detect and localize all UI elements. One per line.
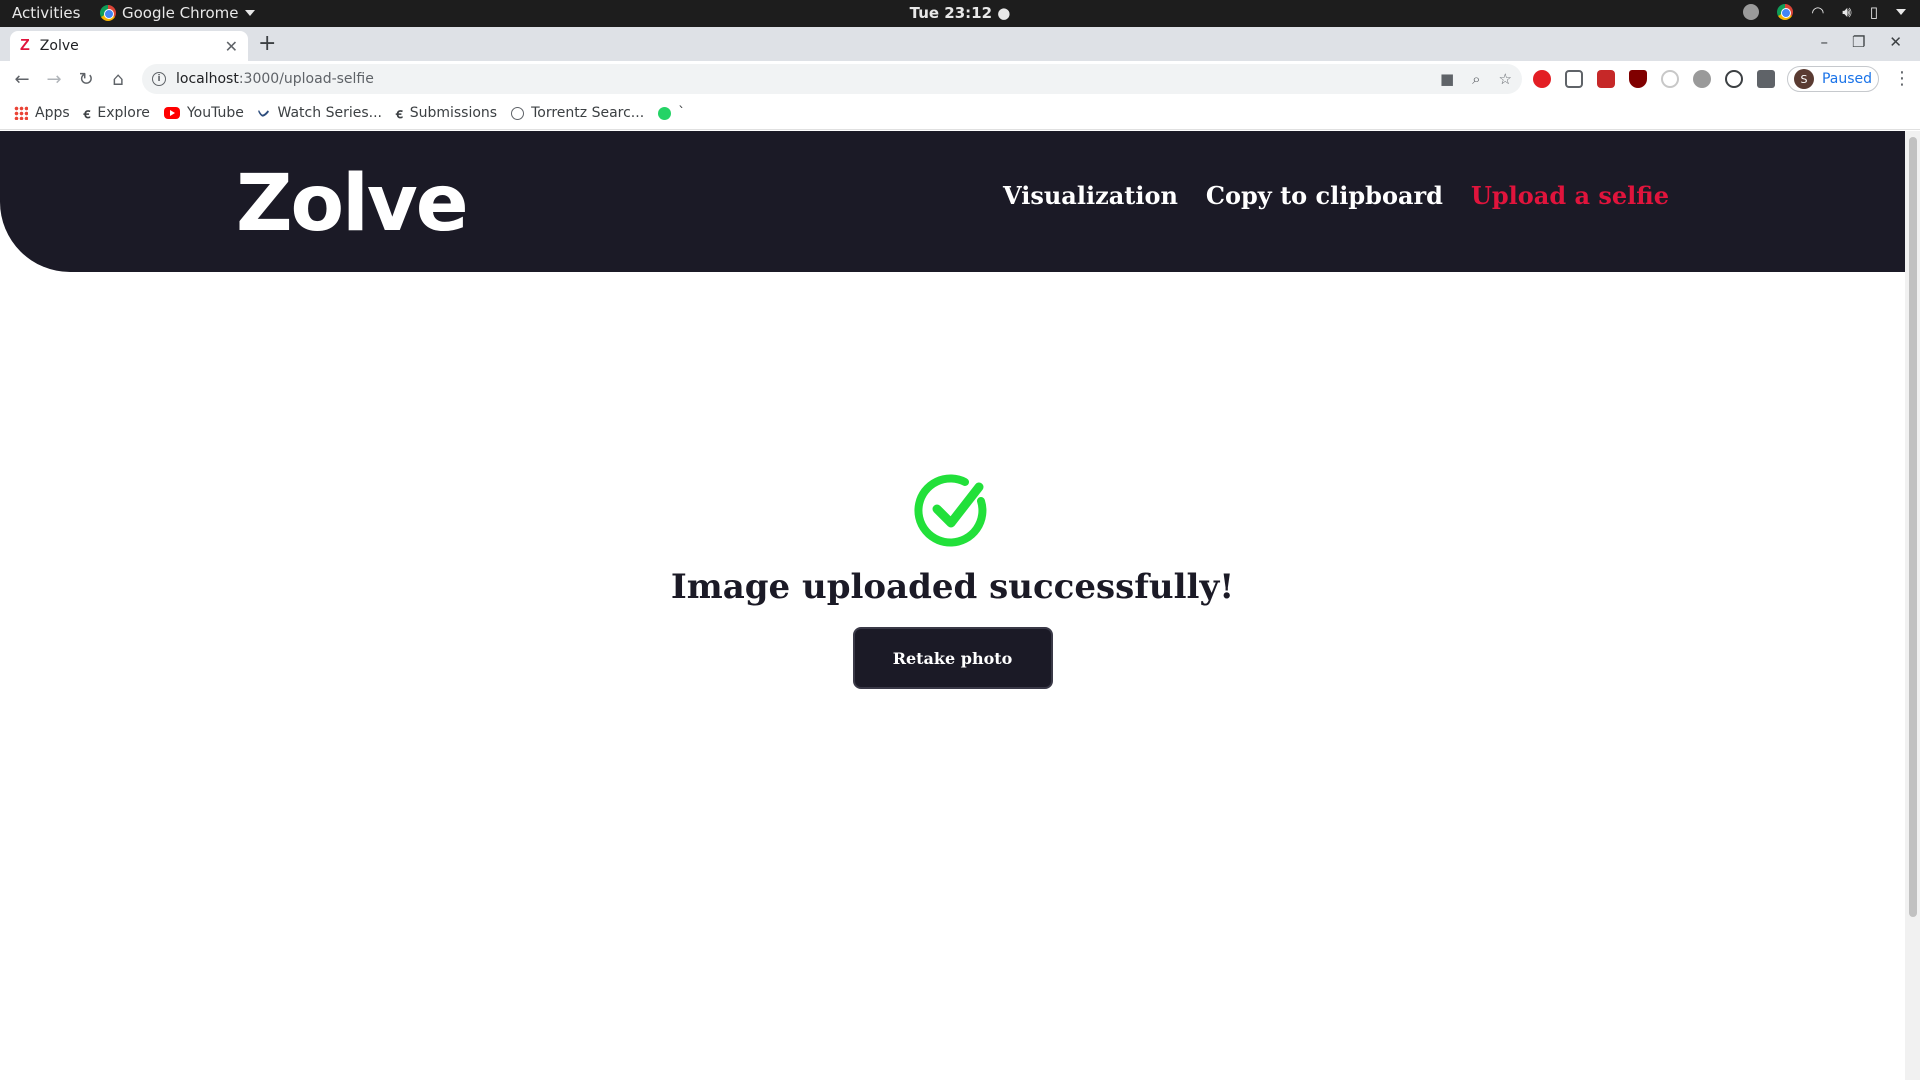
- address-bar[interactable]: i localhost:3000/upload-selfie ■ ⌕ ☆: [142, 64, 1522, 94]
- extensions-bar: [1533, 70, 1775, 88]
- pocket-extension-icon[interactable]: [1565, 70, 1583, 88]
- site-header: Zolve Visualization Copy to clipboard Up…: [0, 131, 1905, 272]
- tray-chevron-icon: [1896, 9, 1906, 15]
- notification-icon: [1743, 4, 1760, 20]
- globe-icon: [511, 106, 525, 120]
- bookmark-star-icon[interactable]: ☆: [1499, 70, 1512, 88]
- close-window-icon[interactable]: ✕: [1889, 33, 1902, 51]
- forward-icon[interactable]: →: [38, 69, 70, 90]
- bookmark-apps[interactable]: Apps: [14, 105, 70, 121]
- nav-upload-selfie[interactable]: Upload a selfie: [1471, 181, 1669, 210]
- profile-status: Paused: [1821, 71, 1872, 87]
- zolve-favicon-icon: Z: [20, 37, 30, 54]
- omnibox-icons: ■ ⌕ ☆: [1440, 70, 1512, 88]
- bookmark-label: Watch Series...: [277, 105, 382, 121]
- volume-icon: 🔊︎: [1842, 3, 1852, 21]
- ublock-extension-icon[interactable]: [1629, 70, 1647, 88]
- bookmark-label: Torrentz Searc...: [531, 105, 645, 121]
- url-path: :3000/upload-selfie: [238, 71, 374, 87]
- page-content: Zolve Visualization Copy to clipboard Up…: [0, 131, 1905, 1080]
- clock[interactable]: Tue 23:12 ●: [0, 4, 1920, 22]
- scrollbar-thumb[interactable]: [1909, 137, 1917, 917]
- system-tray[interactable]: ◠ 🔊︎ ▯: [1743, 3, 1906, 21]
- bookmarks-bar: Apps ꞓ Explore YouTube ᨆ Watch Series...…: [0, 97, 1920, 130]
- submissions-icon: ꞓ: [395, 105, 403, 122]
- nav-copy-to-clipboard[interactable]: Copy to clipboard: [1206, 181, 1443, 210]
- site-nav: Visualization Copy to clipboard Upload a…: [1003, 181, 1669, 210]
- youtube-icon: [163, 107, 180, 119]
- url-host: localhost: [176, 71, 239, 87]
- bookmark-label: Submissions: [409, 105, 498, 121]
- explore-icon: ꞓ: [83, 105, 91, 122]
- back-icon[interactable]: ←: [6, 69, 38, 90]
- bookmark-whatsapp[interactable]: `: [658, 105, 685, 121]
- whatsapp-icon: [658, 106, 672, 120]
- profile-button[interactable]: S Paused: [1787, 66, 1879, 92]
- zoom-icon[interactable]: ⌕: [1472, 70, 1480, 88]
- bookmark-label: YouTube: [186, 105, 244, 121]
- battery-icon: ▯: [1869, 3, 1878, 21]
- bookmark-submissions[interactable]: ꞓ Submissions: [396, 104, 497, 123]
- upload-success-panel: Image uploaded successfully! Retake phot…: [0, 471, 1905, 689]
- avatar: S: [1794, 69, 1814, 89]
- grey-extension-icon[interactable]: [1693, 70, 1711, 88]
- bookmark-label: Explore: [97, 105, 150, 121]
- bookmark-youtube[interactable]: YouTube: [163, 105, 244, 121]
- tab-title: Zolve: [39, 38, 79, 54]
- reload-icon[interactable]: ↻: [70, 69, 102, 90]
- nav-visualization[interactable]: Visualization: [1003, 181, 1178, 210]
- window-controls: – ❐ ✕: [1820, 33, 1902, 51]
- red-extension-icon[interactable]: [1597, 70, 1615, 88]
- bookmark-explore[interactable]: ꞓ Explore: [84, 104, 150, 123]
- success-check-icon: [913, 474, 986, 547]
- watch-series-icon: ᨆ: [257, 105, 271, 121]
- retake-photo-button[interactable]: Retake photo: [852, 627, 1053, 689]
- minimize-icon[interactable]: –: [1820, 33, 1828, 51]
- bookmark-watch-series[interactable]: ᨆ Watch Series...: [258, 105, 382, 121]
- timer-extension-icon[interactable]: [1661, 70, 1679, 88]
- close-tab-icon[interactable]: ✕: [225, 37, 238, 56]
- tab-zolve[interactable]: Z Zolve ✕: [10, 31, 248, 61]
- site-info-icon[interactable]: i: [152, 72, 166, 86]
- page-scrollbar[interactable]: [1905, 131, 1920, 1080]
- os-top-bar: Activities Google Chrome Tue 23:12 ● ◠ 🔊…: [0, 0, 1920, 27]
- new-tab-button[interactable]: +: [258, 31, 276, 56]
- camera-blocked-icon[interactable]: ■: [1440, 70, 1454, 88]
- restore-icon[interactable]: ❐: [1852, 33, 1865, 51]
- tab-strip: Z Zolve ✕ + – ❐ ✕: [0, 27, 1920, 61]
- chrome-tray-icon: [1777, 4, 1794, 20]
- wifi-icon: ◠: [1811, 3, 1825, 21]
- bookmark-torrentz[interactable]: Torrentz Searc...: [511, 105, 644, 121]
- opera-extension-icon[interactable]: [1533, 70, 1551, 88]
- zolve-logo[interactable]: Zolve: [236, 165, 469, 243]
- home-icon[interactable]: ⌂: [102, 69, 134, 90]
- chrome-menu-icon[interactable]: ⋮: [1893, 68, 1911, 89]
- a-extension-icon[interactable]: [1725, 70, 1743, 88]
- bookmark-label: `: [678, 105, 686, 121]
- puzzle-extensions-icon[interactable]: [1757, 70, 1775, 88]
- apps-grid-icon: [14, 106, 28, 120]
- bookmark-label: Apps: [35, 105, 70, 121]
- success-message: Image uploaded successfully!: [670, 567, 1235, 607]
